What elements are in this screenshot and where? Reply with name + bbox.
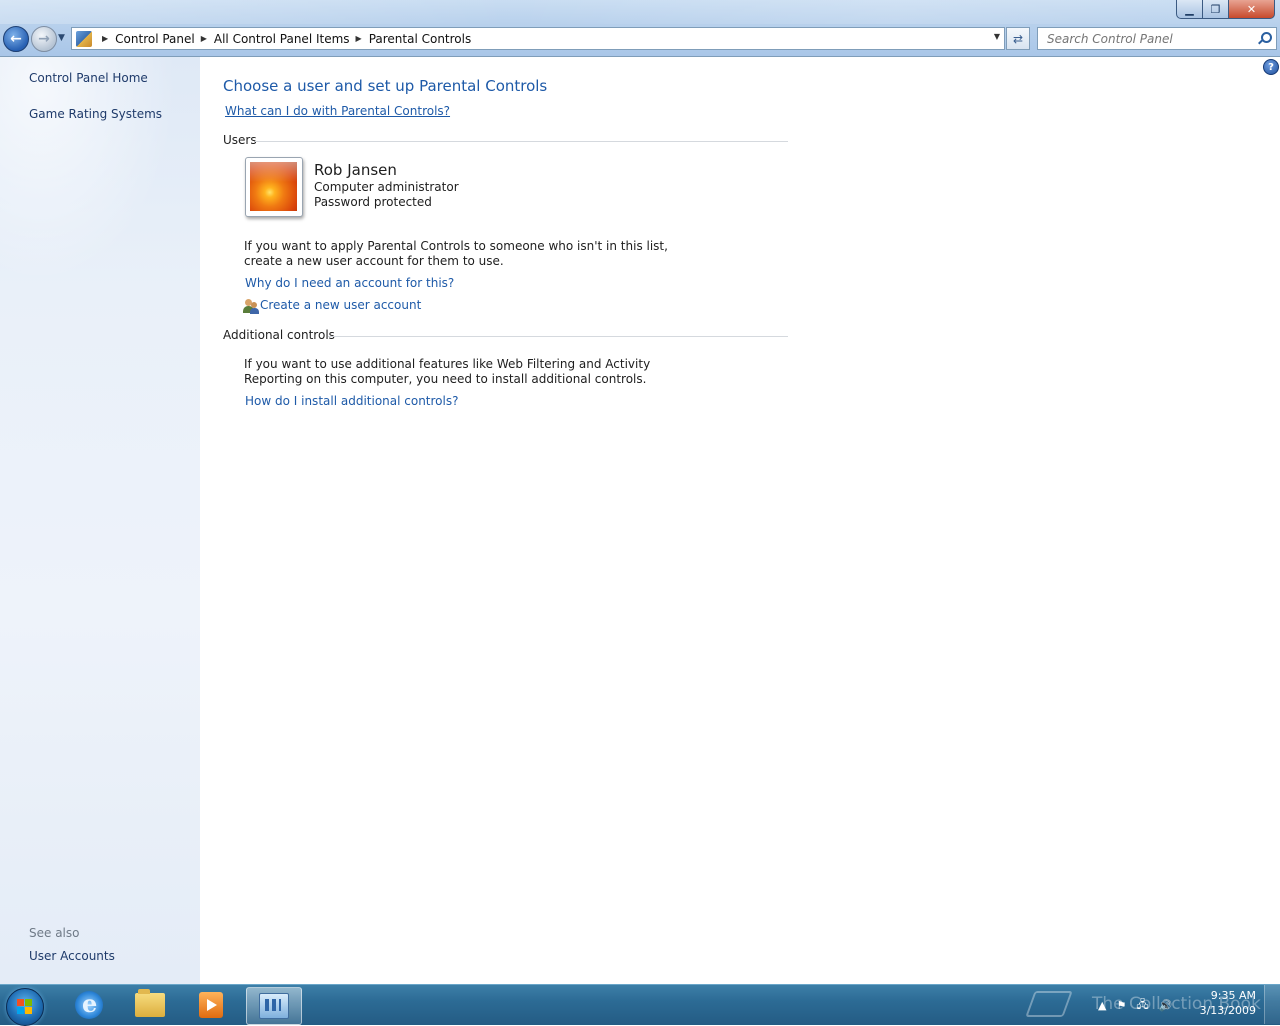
user-status: Password protected	[314, 195, 432, 209]
windows-logo-icon	[17, 999, 33, 1015]
chevron-right-icon[interactable]: ▶	[356, 34, 362, 43]
create-user-account-link[interactable]: Create a new user account	[260, 298, 421, 312]
start-button[interactable]	[6, 988, 44, 1026]
control-panel-window-icon	[259, 993, 289, 1019]
help-icon[interactable]: ?	[1263, 59, 1279, 75]
back-arrow-icon: ←	[10, 31, 22, 47]
user-tile-rob-jansen[interactable]	[245, 157, 303, 217]
user-accounts-icon	[243, 298, 259, 314]
taskbar	[0, 984, 1280, 1026]
why-account-link[interactable]: Why do I need an account for this?	[245, 276, 454, 290]
breadcrumb-control-panel[interactable]: Control Panel	[115, 32, 195, 46]
user-name[interactable]: Rob Jansen	[314, 161, 397, 179]
show-desktop-button[interactable]	[1264, 985, 1280, 1024]
refresh-icon: ⇄	[1012, 31, 1024, 46]
taskbar-media-player[interactable]	[184, 987, 238, 1023]
left-pane-decoration	[0, 57, 200, 317]
users-divider	[255, 141, 788, 142]
recent-pages-dropdown-icon[interactable]: ▼	[58, 33, 65, 43]
clock[interactable]: 9:35 AM 3/13/2009	[1200, 988, 1256, 1018]
media-player-icon	[199, 992, 223, 1018]
what-can-i-do-link[interactable]: What can I do with Parental Controls?	[225, 104, 450, 118]
game-rating-systems-link[interactable]: Game Rating Systems	[29, 107, 162, 121]
folder-icon	[135, 989, 165, 1017]
action-center-flag-icon[interactable]: ⚑	[1116, 999, 1126, 1012]
search-box[interactable]	[1037, 27, 1277, 50]
chevron-right-icon[interactable]: ▶	[102, 34, 108, 43]
forward-arrow-icon: →	[38, 31, 50, 47]
additional-controls-divider	[328, 336, 788, 337]
taskbar-internet-explorer[interactable]	[62, 987, 116, 1023]
address-dropdown-icon[interactable]: ▼	[994, 32, 1000, 41]
user-role: Computer administrator	[314, 180, 459, 194]
taskbar-control-panel[interactable]	[246, 987, 302, 1025]
volume-icon[interactable]: 🔊	[1159, 999, 1173, 1012]
minimize-button[interactable]: ▁	[1176, 0, 1203, 19]
left-pane: Control Panel Home Game Rating Systems S…	[0, 57, 200, 984]
see-also-heading: See also	[29, 926, 80, 940]
apply-text-line-1: If you want to apply Parental Controls t…	[244, 239, 668, 253]
search-icon[interactable]	[1257, 31, 1272, 46]
back-button[interactable]: ←	[3, 26, 29, 52]
control-panel-icon	[76, 30, 92, 47]
internet-explorer-icon	[75, 989, 103, 1019]
close-button[interactable]: ✕	[1229, 0, 1275, 19]
taskbar-windows-explorer[interactable]	[123, 987, 177, 1023]
maximize-button[interactable]: ❐	[1203, 0, 1229, 19]
page-title: Choose a user and set up Parental Contro…	[223, 77, 548, 95]
refresh-button[interactable]: ⇄	[1006, 27, 1030, 50]
user-accounts-link[interactable]: User Accounts	[29, 949, 115, 963]
control-panel-home-link[interactable]: Control Panel Home	[29, 71, 148, 85]
show-hidden-icons-icon[interactable]: ▲	[1098, 999, 1106, 1012]
forward-button[interactable]: →	[31, 26, 57, 52]
window-controls: ▁ ❐ ✕	[1176, 0, 1275, 20]
clock-time: 9:35 AM	[1210, 989, 1256, 1002]
additional-text-line-2: Reporting on this computer, you need to …	[244, 372, 647, 386]
titlebar-glow	[0, 0, 1280, 24]
apply-text-line-2: create a new user account for them to us…	[244, 254, 504, 268]
breadcrumb-parental-controls[interactable]: Parental Controls	[369, 32, 472, 46]
user-avatar	[250, 162, 297, 211]
additional-controls-heading: Additional controls	[223, 328, 335, 342]
network-icon[interactable]: 🖧	[1136, 996, 1148, 1015]
install-controls-link[interactable]: How do I install additional controls?	[245, 394, 458, 408]
system-tray: ▲ ⚑ 🖧 🔊	[1098, 996, 1172, 1014]
additional-text-line-1: If you want to use additional features l…	[244, 357, 651, 371]
chevron-right-icon[interactable]: ▶	[201, 34, 207, 43]
users-heading: Users	[223, 133, 257, 147]
breadcrumb-all-items[interactable]: All Control Panel Items	[214, 32, 350, 46]
address-bar[interactable]: ▶ Control Panel ▶ All Control Panel Item…	[71, 27, 1005, 50]
search-input[interactable]	[1045, 30, 1257, 47]
clock-date: 3/13/2009	[1199, 1004, 1256, 1017]
